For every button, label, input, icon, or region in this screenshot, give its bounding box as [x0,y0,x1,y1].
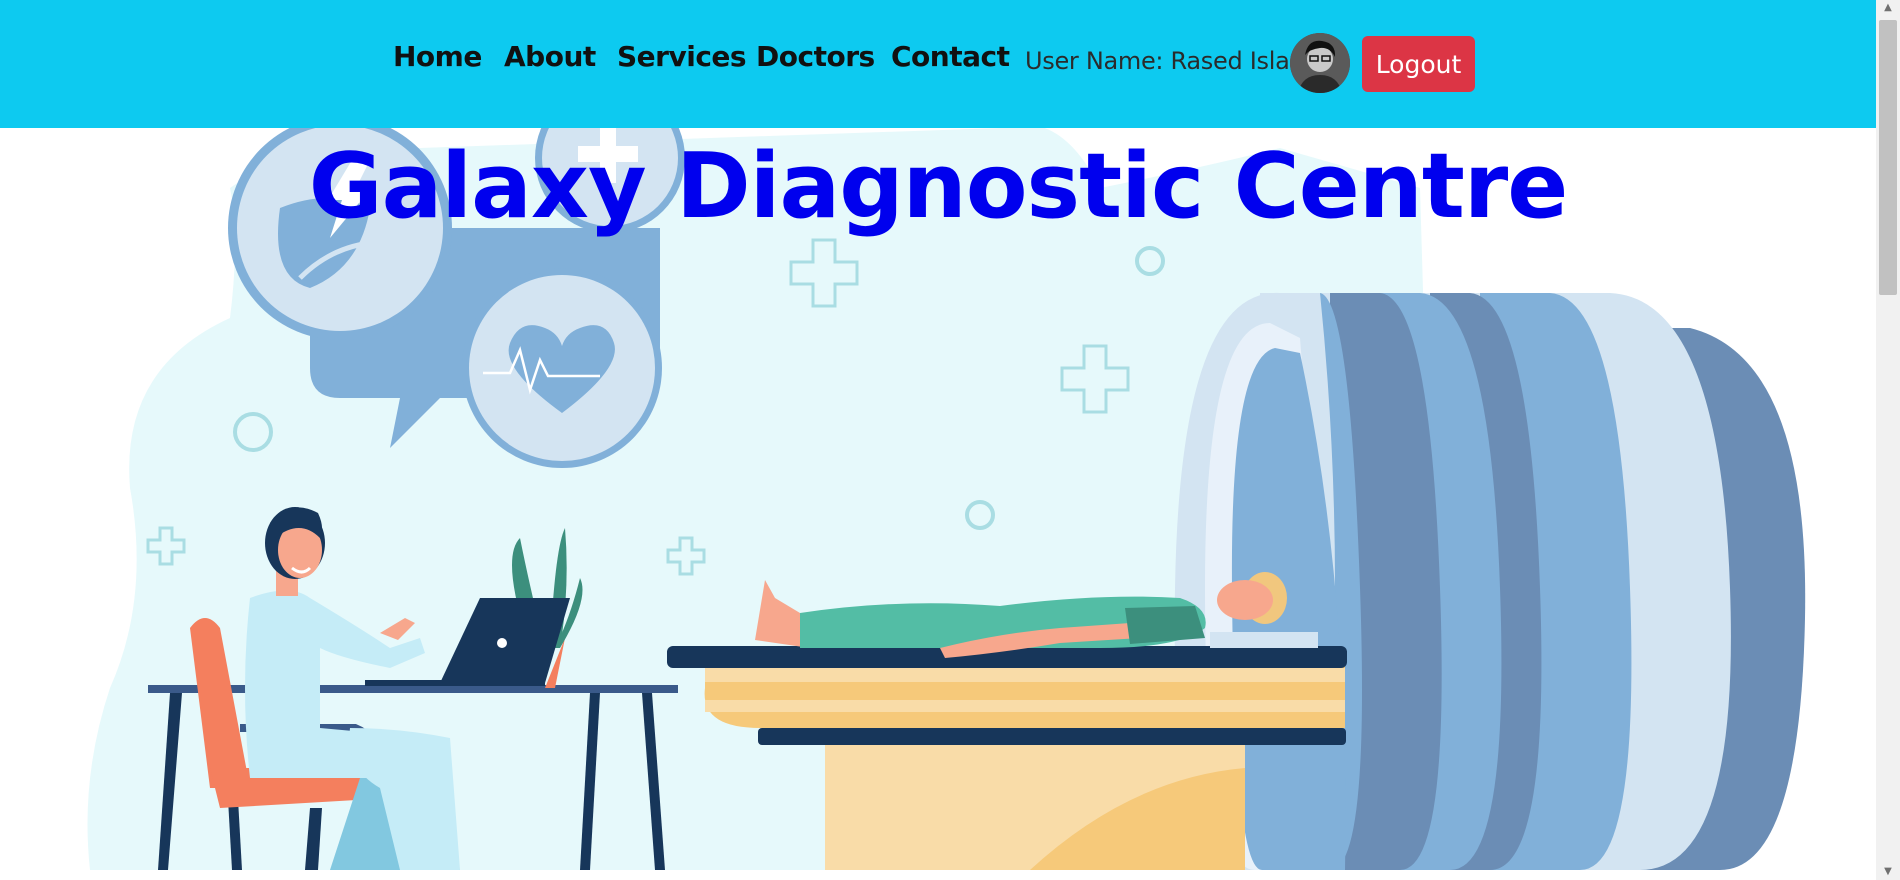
vertical-scrollbar[interactable]: ▲ ▼ [1876,0,1900,880]
page-title: Galaxy Diagnostic Centre [308,134,1569,239]
nav-services[interactable]: Services [617,40,747,73]
nav-contact[interactable]: Contact [891,40,1010,73]
nav-about[interactable]: About [504,40,596,73]
scroll-down-arrow-icon[interactable]: ▼ [1876,864,1900,880]
doctor-and-mri-scanner-illustration [87,128,1806,870]
nav-home[interactable]: Home [393,40,482,73]
user-name: User Name: Rased Islam [1025,47,1313,75]
nav-doctors[interactable]: Doctors [756,40,875,73]
avatar[interactable] [1290,33,1350,93]
logout-button[interactable]: Logout [1362,36,1475,92]
scrollbar-thumb[interactable] [1879,20,1897,295]
user-photo-icon [1290,33,1350,93]
scroll-up-arrow-icon[interactable]: ▲ [1876,0,1900,16]
navbar: Home About Services Doctors Contact User… [0,0,1876,128]
hero-section: Galaxy Diagnostic Centre [0,128,1876,870]
